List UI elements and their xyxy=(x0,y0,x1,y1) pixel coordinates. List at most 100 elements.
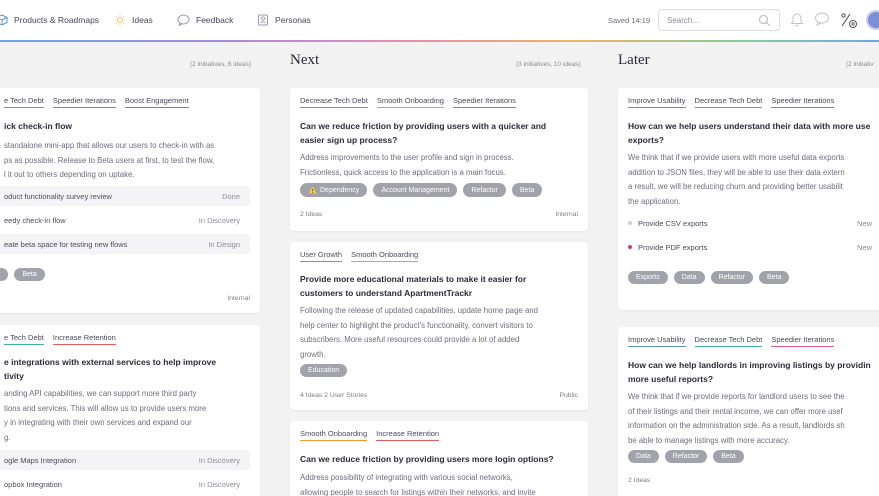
card-pills: Data Refactor Beta xyxy=(628,450,744,463)
search-input[interactable] xyxy=(667,13,759,27)
tag-tech-debt[interactable]: e Tech Debt xyxy=(4,333,44,345)
tag-decrease-tech-debt[interactable]: Decrease Tech Debt xyxy=(694,96,763,108)
tag-increase-retention[interactable]: Increase Retention xyxy=(376,429,440,441)
pill-beta[interactable]: Beta xyxy=(511,183,543,197)
later-column-meta: (2 initiativ xyxy=(846,61,874,68)
title-line: How can we help landlords in improving l… xyxy=(628,360,871,370)
initiative-card[interactable]: e Tech Debt Speedier Iterations Boost En… xyxy=(0,88,260,313)
pill-dependency[interactable]: Dependency xyxy=(300,183,368,197)
idea-status: New xyxy=(856,243,872,252)
title-line: more useful reports? xyxy=(628,373,714,384)
next-column-title: Next xyxy=(290,52,320,68)
ideas-count[interactable]: 2 Ideas xyxy=(628,477,650,484)
card-title[interactable]: Provide more educational materials to ma… xyxy=(300,273,526,300)
nav-products-label: Products & Roadmaps xyxy=(14,15,100,25)
idea-row[interactable]: eate beta space for testing new flows In… xyxy=(0,234,250,254)
title-line: How can we help users understand their d… xyxy=(628,121,871,131)
pill-exports[interactable]: Exports xyxy=(628,271,668,284)
card-description: Address possibility of integrating with … xyxy=(300,471,536,496)
pill-refactor[interactable]: Refactor xyxy=(463,183,506,197)
pill-beta[interactable]: Beta xyxy=(713,450,744,463)
pill-data[interactable]: Data xyxy=(673,271,705,284)
percent-settings-icon[interactable] xyxy=(840,11,858,29)
card-title[interactable]: Can we reduce friction by providing user… xyxy=(300,120,546,147)
initiative-card[interactable]: Improve Usability Decrease Tech Debt Spe… xyxy=(618,327,879,496)
idea-label: Provide PDF exports xyxy=(638,243,708,252)
initiative-card[interactable]: Improve Usability Decrease Tech Debt Spe… xyxy=(618,88,879,310)
title-line: Provide more educational materials to ma… xyxy=(300,274,527,284)
idea-row[interactable]: opbox Integration In Discovery xyxy=(0,474,250,494)
nav-ideas[interactable]: Ideas xyxy=(114,12,153,28)
card-description: anding API capabilities, we can support … xyxy=(4,387,206,445)
search-box[interactable] xyxy=(658,9,780,31)
desc-line: standalone mini-app that allows our user… xyxy=(4,141,215,150)
card-title[interactable]: How can we help landlords in improving l… xyxy=(628,359,871,386)
warning-icon xyxy=(308,186,317,194)
pill-refactor[interactable]: Refactor xyxy=(710,271,753,284)
tag-speedier-iterations[interactable]: Speedier Iterations xyxy=(771,335,835,347)
tag-smooth-onboarding[interactable]: Smooth Onboarding xyxy=(300,429,368,441)
title-line: exports? xyxy=(628,134,664,145)
idea-name: eedy check-in flow xyxy=(4,216,66,225)
initiative-card[interactable]: e Tech Debt Increase Retention e integra… xyxy=(0,325,260,496)
initiative-card[interactable]: Smooth Onboarding Increase Retention Can… xyxy=(290,421,588,496)
ideas-count[interactable]: 4 Ideas 2 User Stories xyxy=(300,392,367,399)
pill-refactor[interactable]: Refactor xyxy=(664,450,708,463)
card-tags: Improve Usability Decrease Tech Debt Spe… xyxy=(628,96,835,108)
desc-line: information on the administration side. … xyxy=(628,421,845,430)
card-pills: Education xyxy=(300,364,348,377)
tag-boost-engagement[interactable]: Boost Engagement xyxy=(124,96,189,108)
idea-row[interactable]: Provide CSV exports New xyxy=(618,213,879,233)
tag-decrease-tech-debt[interactable]: Decrease Tech Debt xyxy=(300,96,368,108)
card-tags: Improve Usability Decrease Tech Debt Spe… xyxy=(628,335,835,347)
pill-data[interactable]: Data xyxy=(628,450,659,463)
pill-refactor[interactable]: r xyxy=(0,268,9,281)
desc-line: help center to highlight the product's f… xyxy=(300,320,533,330)
next-column-meta: (3 initiatives, 10 ideas) xyxy=(516,61,581,68)
card-description: Address improvements to the user profile… xyxy=(300,151,514,180)
card-description: standalone mini-app that allows our user… xyxy=(4,139,214,183)
nav-personas[interactable]: Personas xyxy=(257,12,311,28)
tag-smooth-onboarding[interactable]: Smooth Onboarding xyxy=(351,250,419,262)
pill-education[interactable]: Education xyxy=(300,364,348,377)
pill-beta[interactable]: Beta xyxy=(759,271,790,284)
tag-user-growth[interactable]: User Growth xyxy=(300,250,343,262)
card-title[interactable]: ick check-in flow xyxy=(4,120,72,134)
desc-line: We think that if we provide users with m… xyxy=(628,153,845,162)
card-title[interactable]: e integrations with external services to… xyxy=(4,356,216,383)
status-dot xyxy=(628,221,632,225)
tag-improve-usability[interactable]: Improve Usability xyxy=(628,335,686,347)
tag-smooth-onboarding[interactable]: Smooth Onboarding xyxy=(376,96,444,108)
tag-speedier-iterations[interactable]: Speedier Iterations xyxy=(452,96,516,108)
pill-account-management[interactable]: Account Management xyxy=(373,183,458,197)
idea-row[interactable]: ogle Maps Integration In Discovery xyxy=(0,450,250,470)
tag-speedier-iterations[interactable]: Speedier Iterations xyxy=(52,96,116,108)
chat-bubble-icon xyxy=(177,14,190,26)
idea-row[interactable]: Provide PDF exports New xyxy=(618,237,879,257)
nav-personas-label: Personas xyxy=(275,15,311,25)
tag-increase-retention[interactable]: Increase Retention xyxy=(52,333,116,345)
tag-improve-usability[interactable]: Improve Usability xyxy=(628,96,686,108)
bell-icon[interactable] xyxy=(790,11,804,27)
desc-line: Address improvements to the user profile… xyxy=(300,153,514,162)
gradient-divider xyxy=(0,40,879,42)
tag-tech-debt[interactable]: e Tech Debt xyxy=(4,96,44,108)
nav-feedback[interactable]: Feedback xyxy=(177,12,233,28)
idea-status: New xyxy=(856,219,872,228)
card-title[interactable]: How can we help users understand their d… xyxy=(628,120,870,147)
desc-line: ps as possible. Release to Beta users at… xyxy=(4,155,215,165)
tag-decrease-tech-debt[interactable]: Decrease Tech Debt xyxy=(694,335,763,347)
initiative-card[interactable]: Decrease Tech Debt Smooth Onboarding Spe… xyxy=(290,88,588,231)
tag-speedier-iterations[interactable]: Speedier Iterations xyxy=(771,96,835,108)
user-avatar[interactable] xyxy=(866,10,879,30)
idea-row[interactable]: oduct functionality survey review Done xyxy=(0,186,250,206)
nav-products-roadmaps[interactable]: Products & Roadmaps xyxy=(0,12,99,28)
initiative-card[interactable]: User Growth Smooth Onboarding Provide mo… xyxy=(290,242,588,410)
ideas-count[interactable]: 2 Ideas xyxy=(300,211,322,218)
pill-beta[interactable]: Beta xyxy=(14,268,45,281)
pill-label: Dependency xyxy=(320,186,360,194)
search-icon[interactable] xyxy=(758,14,771,27)
card-title[interactable]: Can we reduce friction by providing user… xyxy=(300,453,554,467)
idea-row[interactable]: eedy check-in flow In Discovery xyxy=(0,210,250,230)
chat-icon[interactable] xyxy=(814,11,830,27)
